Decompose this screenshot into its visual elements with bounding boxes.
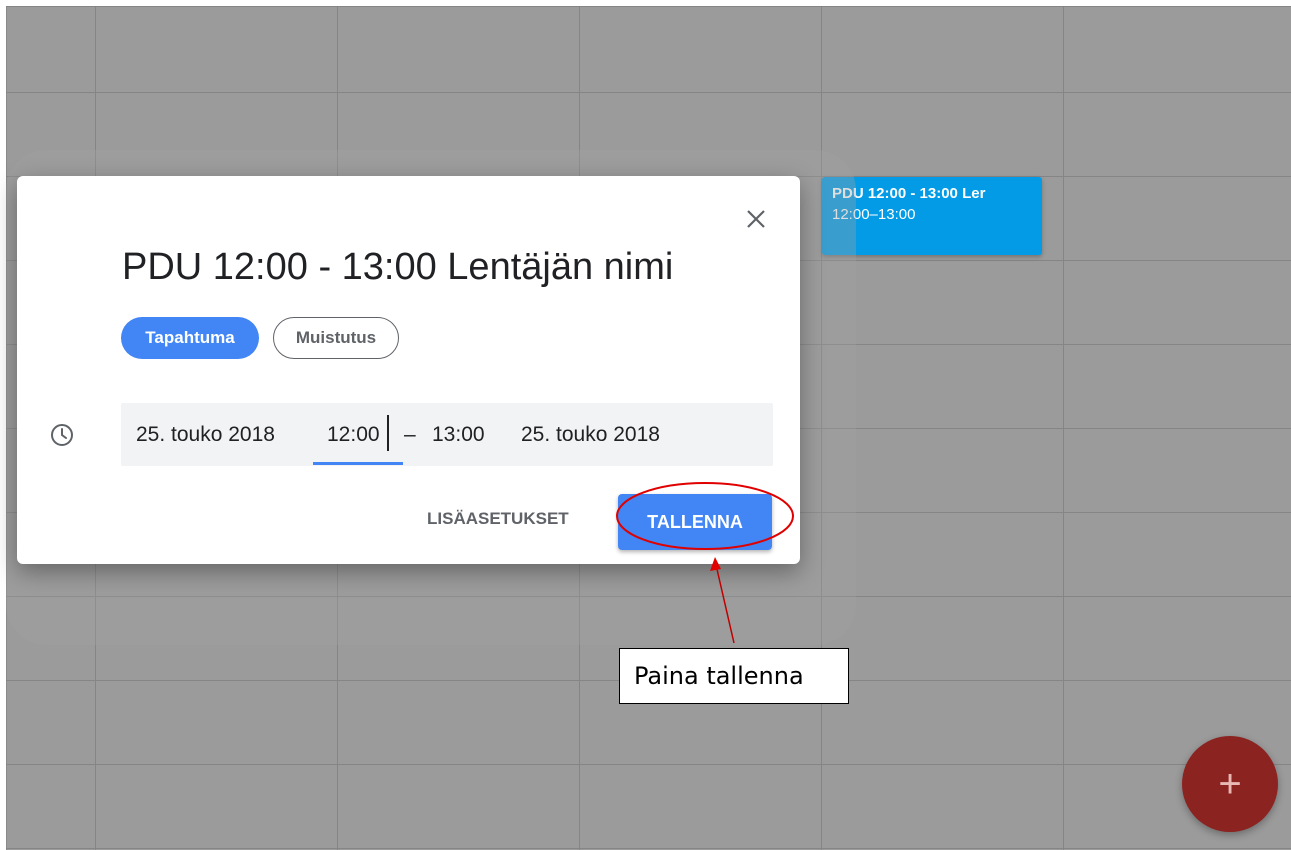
date-time-row: 25. touko 2018 12:00 – 13:00 25. touko 2… [121,403,773,466]
clock-icon [51,424,73,446]
close-icon [747,210,765,228]
event-chip-time: 12:00–13:00 [832,206,916,223]
plus-icon: + [1218,762,1242,806]
text-caret [387,415,389,451]
start-date-field[interactable]: 25. touko 2018 [136,423,275,447]
more-options-button[interactable]: LISÄASETUKSET [427,509,569,529]
tab-reminder[interactable]: Muistutus [273,317,399,359]
annotation-callout: Paina tallenna [619,648,849,704]
annotation-arrow [710,557,735,644]
start-time-field[interactable]: 12:00 [327,423,380,447]
event-title-input[interactable]: PDU 12:00 - 13:00 Lentäjän nimi [122,246,673,289]
end-time-field[interactable]: 13:00 [432,423,485,447]
focus-underline [313,462,403,465]
end-date-field[interactable]: 25. touko 2018 [521,423,660,447]
grid-line [6,764,1291,765]
tab-event[interactable]: Tapahtuma [121,317,259,359]
create-event-button[interactable]: + [1182,736,1278,832]
grid-line [6,92,1291,93]
event-chip-title: PDU 12:00 - 13:00 Ler [832,185,986,202]
time-separator: – [404,423,416,446]
close-button[interactable] [741,204,771,234]
highlight-ellipse [616,482,794,550]
grid-line [6,6,1291,7]
grid-line [6,848,1291,849]
